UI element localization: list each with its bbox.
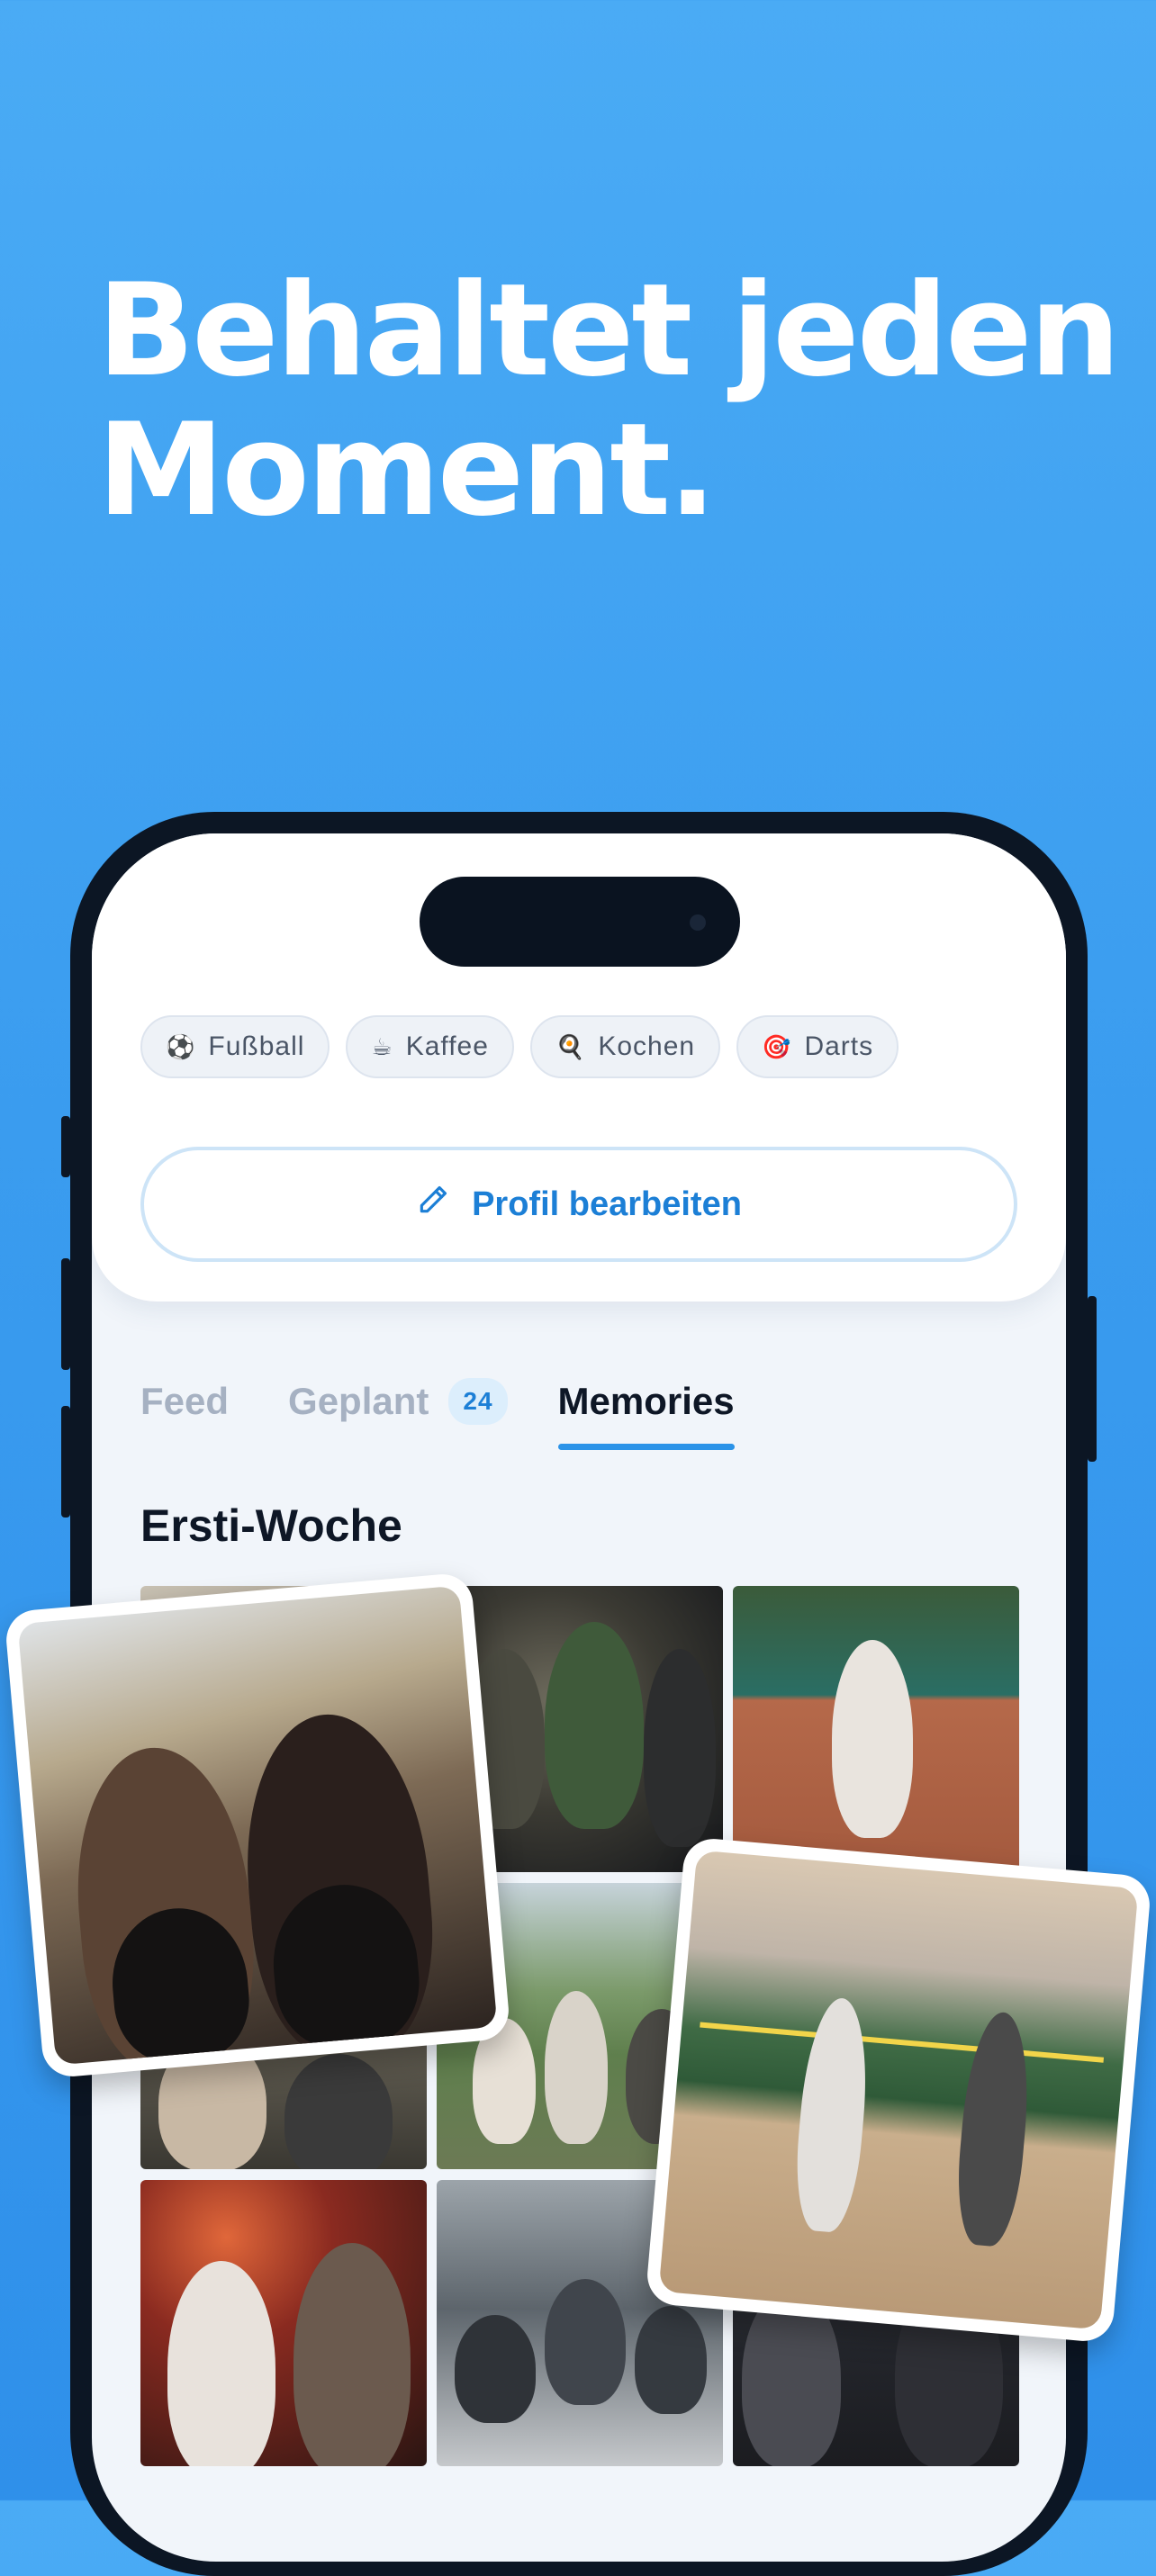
tab-feed[interactable]: Feed [140,1380,229,1423]
phone-action-button [61,1116,70,1177]
headline: Behaltet jeden Moment. [97,257,1121,545]
chip-darts[interactable]: 🎯 Darts [736,1015,899,1078]
headline-line-1: Behaltet jeden [97,257,1121,405]
camera-icon [690,914,706,931]
headline-line-2: Moment. [97,396,717,545]
photo-beach-volleyball [658,1850,1139,2330]
soccer-ball-icon: ⚽ [166,1033,196,1060]
phone-volume-down-button [61,1406,70,1518]
tab-geplant[interactable]: Geplant 24 [288,1378,508,1425]
tab-geplant-label: Geplant [288,1380,429,1422]
chip-label: Darts [804,1031,874,1061]
chip-kaffee[interactable]: ☕ Kaffee [346,1015,514,1078]
chip-label: Kochen [598,1031,696,1061]
interest-chips: ⚽ Fußball ☕ Kaffee 🍳 Kochen 🎯 Darts [140,1015,899,1078]
phone-volume-up-button [61,1258,70,1370]
edit-profile-label: Profil bearbeiten [472,1184,742,1223]
chip-fussball[interactable]: ⚽ Fußball [140,1015,330,1078]
photo-tennis-player [733,1586,1019,1872]
photo-festival-crowd [17,1585,498,2066]
tab-feed-label: Feed [140,1380,230,1422]
pencil-icon [416,1183,450,1226]
chip-label: Kaffee [405,1031,489,1061]
photo-tile[interactable] [733,1586,1019,1872]
profile-tabs: Feed Geplant 24 Memories [140,1370,735,1450]
chip-kochen[interactable]: 🍳 Kochen [529,1015,721,1078]
phone-power-button [1088,1296,1097,1462]
chip-label: Fußball [208,1031,305,1061]
dynamic-island [420,877,740,967]
photo-tile[interactable] [140,2180,427,2466]
edit-profile-button[interactable]: Profil bearbeiten [140,1147,1017,1262]
geplant-count-badge: 24 [448,1378,508,1425]
photo-bar-friends [140,2180,427,2466]
coffee-icon: ☕ [371,1033,393,1060]
frying-pan-icon: 🍳 [555,1033,586,1060]
tab-memories[interactable]: Memories [557,1380,735,1450]
active-tab-indicator [557,1444,735,1450]
section-title: Ersti-Woche [140,1500,402,1551]
tab-memories-label: Memories [557,1380,735,1422]
featured-photo-festival[interactable] [4,1572,511,2079]
featured-photo-volleyball[interactable] [645,1836,1152,2344]
dart-target-icon: 🎯 [762,1033,792,1060]
